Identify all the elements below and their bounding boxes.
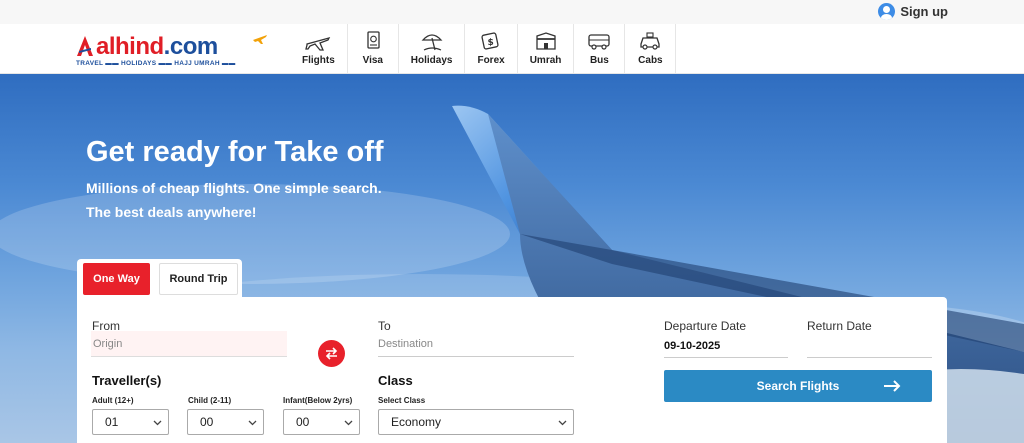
- chevron-down-icon: [153, 420, 162, 425]
- sign-up-link[interactable]: Sign up: [878, 3, 948, 20]
- flight-search-form: From To Departure Date 09-10-2025 Return…: [77, 297, 947, 443]
- adult-select[interactable]: 01: [92, 409, 169, 435]
- hero-title: Get ready for Take off: [86, 136, 384, 168]
- logo-text: alhind.com: [96, 33, 218, 60]
- trip-type-tabs: One Way Round Trip: [77, 259, 242, 297]
- nav-forex[interactable]: $ Forex: [465, 24, 518, 74]
- logo-tagline: TRAVEL ▬▬ HOLIDAYS ▬▬ HAJJ UMRAH ▬▬: [76, 60, 236, 67]
- chevron-down-icon: [344, 420, 353, 425]
- kaaba-icon: [535, 32, 556, 50]
- user-icon: [878, 3, 896, 20]
- search-flights-button[interactable]: Search Flights: [664, 370, 932, 402]
- nav-flights[interactable]: Flights: [290, 24, 348, 74]
- origin-input[interactable]: [91, 331, 287, 357]
- return-date-label: Return Date: [807, 319, 872, 333]
- infant-label: Infant(Below 2yrs): [283, 396, 353, 405]
- bus-icon: [588, 34, 611, 50]
- car-icon: [640, 32, 661, 50]
- child-label: Child (2-11): [188, 396, 232, 405]
- nav-cabs[interactable]: Cabs: [625, 24, 677, 74]
- nav-bus[interactable]: Bus: [574, 24, 626, 74]
- class-select[interactable]: Economy: [378, 409, 574, 435]
- swap-arrows-icon: [325, 347, 338, 360]
- nav-umrah[interactable]: Umrah: [518, 24, 575, 74]
- return-date-field[interactable]: [807, 340, 932, 358]
- chevron-down-icon: [558, 420, 567, 425]
- chevron-down-icon: [248, 420, 257, 425]
- service-nav: Flights Visa Holidays $ Forex Umrah Bus …: [290, 24, 677, 74]
- hero-subtitle-line1: Millions of cheap flights. One simple se…: [86, 180, 382, 196]
- class-title: Class: [378, 373, 413, 388]
- tab-round-trip[interactable]: Round Trip: [159, 263, 238, 295]
- airplane-icon: [305, 36, 331, 51]
- brand-logo[interactable]: alhind.com TRAVEL ▬▬ HOLIDAYS ▬▬ HAJJ UM…: [74, 31, 270, 71]
- swap-button[interactable]: [318, 340, 345, 367]
- beach-umbrella-icon: [421, 34, 443, 51]
- hero-banner: Get ready for Take off Millions of cheap…: [0, 74, 1024, 443]
- destination-input[interactable]: [378, 331, 574, 357]
- departure-date-field[interactable]: 09-10-2025: [664, 340, 788, 358]
- logo-plane-icon: [253, 35, 267, 44]
- svg-text:$: $: [488, 38, 494, 48]
- arrow-right-icon: [884, 380, 901, 392]
- travellers-title: Traveller(s): [92, 373, 162, 388]
- nav-visa[interactable]: Visa: [348, 24, 399, 74]
- adult-label: Adult (12+): [92, 396, 134, 405]
- child-select[interactable]: 00: [187, 409, 264, 435]
- departure-date-label: Departure Date: [664, 319, 747, 333]
- tab-one-way[interactable]: One Way: [83, 263, 150, 295]
- currency-icon: $: [481, 32, 499, 50]
- main-navbar: alhind.com TRAVEL ▬▬ HOLIDAYS ▬▬ HAJJ UM…: [0, 24, 1024, 74]
- sign-up-label: Sign up: [900, 4, 948, 19]
- infant-select[interactable]: 00: [283, 409, 360, 435]
- hero-subtitle-line2: The best deals anywhere!: [86, 204, 257, 220]
- logo-mark-icon: [77, 36, 93, 56]
- nav-holidays[interactable]: Holidays: [399, 24, 466, 74]
- class-sublabel: Select Class: [378, 396, 426, 405]
- passport-icon: [367, 31, 380, 49]
- top-bar: Sign up: [0, 0, 1024, 24]
